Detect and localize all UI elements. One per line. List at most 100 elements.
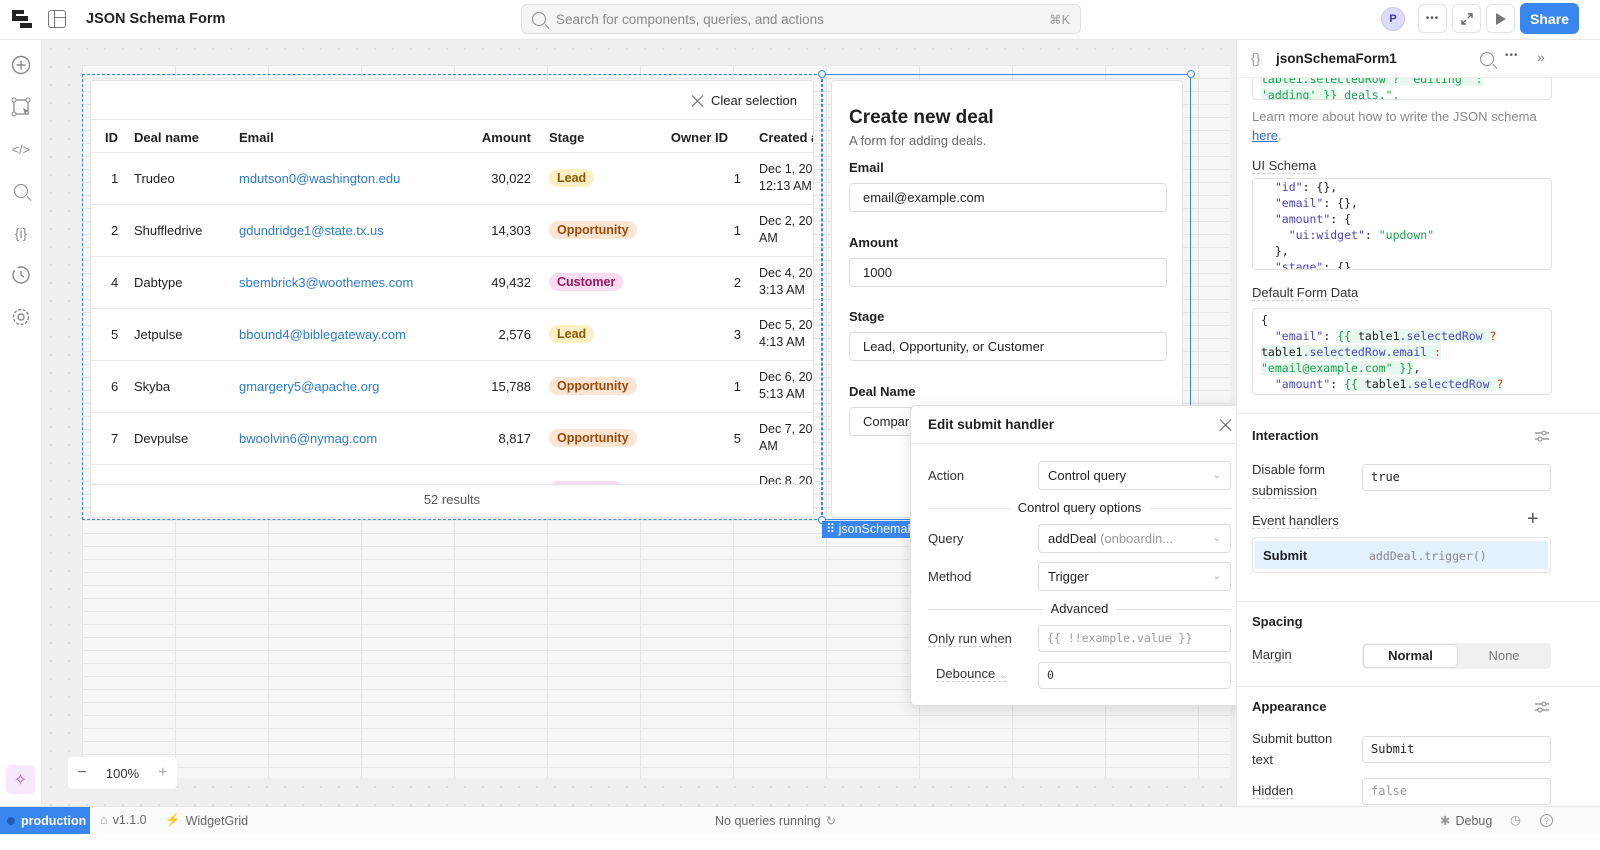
debug-label: Debug: [1455, 813, 1493, 828]
environment-label: production: [21, 813, 87, 828]
widget-grid-item[interactable]: ⚡ WidgetGrid: [165, 813, 248, 828]
query-label: Query: [928, 531, 964, 546]
component-name-tag[interactable]: ⠿ jsonSchemaForm1: [822, 521, 912, 538]
label-line: text: [1252, 752, 1273, 767]
method-select[interactable]: Trigger ⌄: [1038, 562, 1231, 591]
disable-submission-input[interactable]: true: [1362, 464, 1551, 491]
only-run-when-input[interactable]: {{ !!example.value }}: [1038, 625, 1231, 652]
label-line: Disable form: [1252, 462, 1325, 477]
only-run-when-label: Only run when: [928, 631, 1012, 647]
left-rail: </> {i}: [0, 40, 42, 825]
handler-action: addDeal.trigger(): [1369, 549, 1487, 563]
component-tree-icon[interactable]: [10, 96, 32, 118]
share-button[interactable]: Share: [1520, 3, 1579, 34]
state-icon[interactable]: {i}: [10, 222, 32, 244]
lightning-icon: ⚡: [165, 813, 181, 827]
event-handler-row[interactable]: Submit addDeal.trigger(): [1252, 537, 1551, 573]
more-icon[interactable]: •••: [1505, 50, 1519, 61]
learn-more-text: Learn more about how to write the JSON s…: [1252, 109, 1537, 143]
action-label: Action: [928, 468, 965, 483]
submit-button-text-label: Submit button text: [1252, 728, 1332, 770]
retool-logo-icon[interactable]: [11, 8, 33, 30]
interaction-section-title: Interaction: [1252, 428, 1319, 443]
component-name[interactable]: jsonSchemaForm1: [1276, 51, 1397, 66]
preview-button[interactable]: [1486, 4, 1515, 33]
margin-option-none[interactable]: None: [1458, 644, 1550, 668]
help-icon[interactable]: ?: [1540, 814, 1553, 827]
learn-more-label: Learn more about how to write the JSON s…: [1252, 109, 1537, 124]
default-form-data-editor[interactable]: { "email": {{ table1.selectedRow ? table…: [1252, 308, 1552, 395]
edit-submit-handler-popover: Edit submit handler Action Control query…: [910, 405, 1246, 706]
action-value: Control query: [1048, 468, 1127, 483]
debounce-input[interactable]: 0: [1038, 662, 1231, 689]
sliders-icon[interactable]: [1535, 430, 1549, 442]
section-label: Control query options: [1009, 500, 1150, 515]
search-icon: [532, 12, 546, 26]
popover-title: Edit submit handler: [928, 417, 1055, 432]
query-select[interactable]: addDeal (onboardin... ⌄: [1038, 524, 1231, 553]
label-line: submission: [1252, 483, 1318, 499]
refresh-icon[interactable]: ↻: [826, 813, 836, 828]
spacing-section-title: Spacing: [1252, 614, 1303, 629]
chevron-down-icon: ⌄: [1212, 533, 1221, 544]
inspector-header: {} jsonSchemaForm1 ••• »: [1237, 40, 1600, 78]
app-title: JSON Schema Form: [86, 11, 226, 27]
margin-option-normal[interactable]: Normal: [1363, 644, 1458, 668]
avatar[interactable]: P: [1381, 7, 1405, 31]
sliders-icon[interactable]: [1535, 701, 1549, 713]
search-placeholder: Search for components, queries, and acti…: [556, 11, 824, 27]
zoom-in-button[interactable]: +: [158, 764, 167, 782]
expand-icon: [1460, 12, 1473, 25]
debounce-dropdown[interactable]: Debounce ⌄: [936, 666, 1007, 682]
table-selection-outline: [82, 74, 822, 520]
sparkle-icon: ✧: [13, 771, 28, 789]
ai-assist-button[interactable]: ✧: [6, 765, 35, 794]
resize-handle[interactable]: [818, 70, 826, 78]
history-icon[interactable]: [10, 264, 32, 286]
search-icon[interactable]: [10, 180, 32, 202]
panel-toggle-icon[interactable]: [48, 10, 66, 28]
action-select[interactable]: Control query ⌄: [1038, 461, 1231, 490]
section-divider: [1237, 686, 1600, 687]
submit-button-text-input[interactable]: Submit: [1362, 736, 1551, 763]
disable-submission-label: Disable form submission: [1252, 459, 1325, 501]
close-icon[interactable]: [1219, 418, 1233, 432]
control-query-options-divider: Control query options: [928, 500, 1231, 515]
environment-badge[interactable]: production: [0, 807, 90, 834]
json-braces-icon: {}: [1251, 50, 1261, 66]
status-bar: production ⌂ v1.1.0 ⚡ WidgetGrid No querie…: [0, 806, 1600, 834]
hidden-label: Hidden: [1252, 783, 1294, 799]
chevron-down-icon: ⌄: [998, 670, 1007, 680]
zoom-out-button[interactable]: −: [78, 764, 87, 782]
margin-segmented-control: Normal None: [1362, 643, 1551, 669]
history-icon[interactable]: ◷: [1510, 812, 1521, 827]
debounce-label: Debounce: [936, 666, 996, 681]
version-item[interactable]: ⌂ v1.1.0: [100, 813, 147, 827]
more-button[interactable]: •••: [1418, 4, 1447, 33]
debug-button[interactable]: ✱ Debug: [1440, 813, 1493, 829]
bug-icon: ✱: [1440, 814, 1451, 828]
inspector-panel: {} jsonSchemaForm1 ••• » table1.selected…: [1236, 40, 1600, 825]
add-event-handler-icon[interactable]: +: [1527, 508, 1539, 531]
zoom-level: 100%: [105, 765, 140, 781]
play-icon: [1495, 12, 1506, 25]
code-icon[interactable]: </>: [10, 138, 32, 160]
search-input[interactable]: Search for components, queries, and acti…: [521, 4, 1081, 34]
add-component-icon[interactable]: [10, 54, 32, 76]
chevron-down-icon: ⌄: [1212, 571, 1221, 582]
search-icon[interactable]: [1480, 52, 1494, 66]
collapse-panel-icon[interactable]: »: [1537, 49, 1545, 65]
resize-handle[interactable]: [1187, 70, 1195, 78]
fullscreen-button[interactable]: [1452, 4, 1481, 33]
default-form-data-label: Default Form Data: [1252, 285, 1359, 301]
ui-schema-editor[interactable]: "id": {}, "email": {}, "amount": { "ui:w…: [1252, 178, 1552, 270]
learn-more-link[interactable]: here: [1252, 128, 1278, 143]
top-bar: JSON Schema Form Search for components, …: [0, 0, 1600, 40]
query-value: addDeal: [1048, 531, 1097, 546]
margin-label: Margin: [1252, 647, 1292, 663]
handler-event: Submit: [1263, 548, 1308, 563]
grid-label: WidgetGrid: [185, 813, 249, 828]
settings-icon[interactable]: [10, 306, 32, 328]
section-label: Advanced: [1042, 601, 1117, 616]
hidden-input[interactable]: false: [1362, 778, 1551, 805]
